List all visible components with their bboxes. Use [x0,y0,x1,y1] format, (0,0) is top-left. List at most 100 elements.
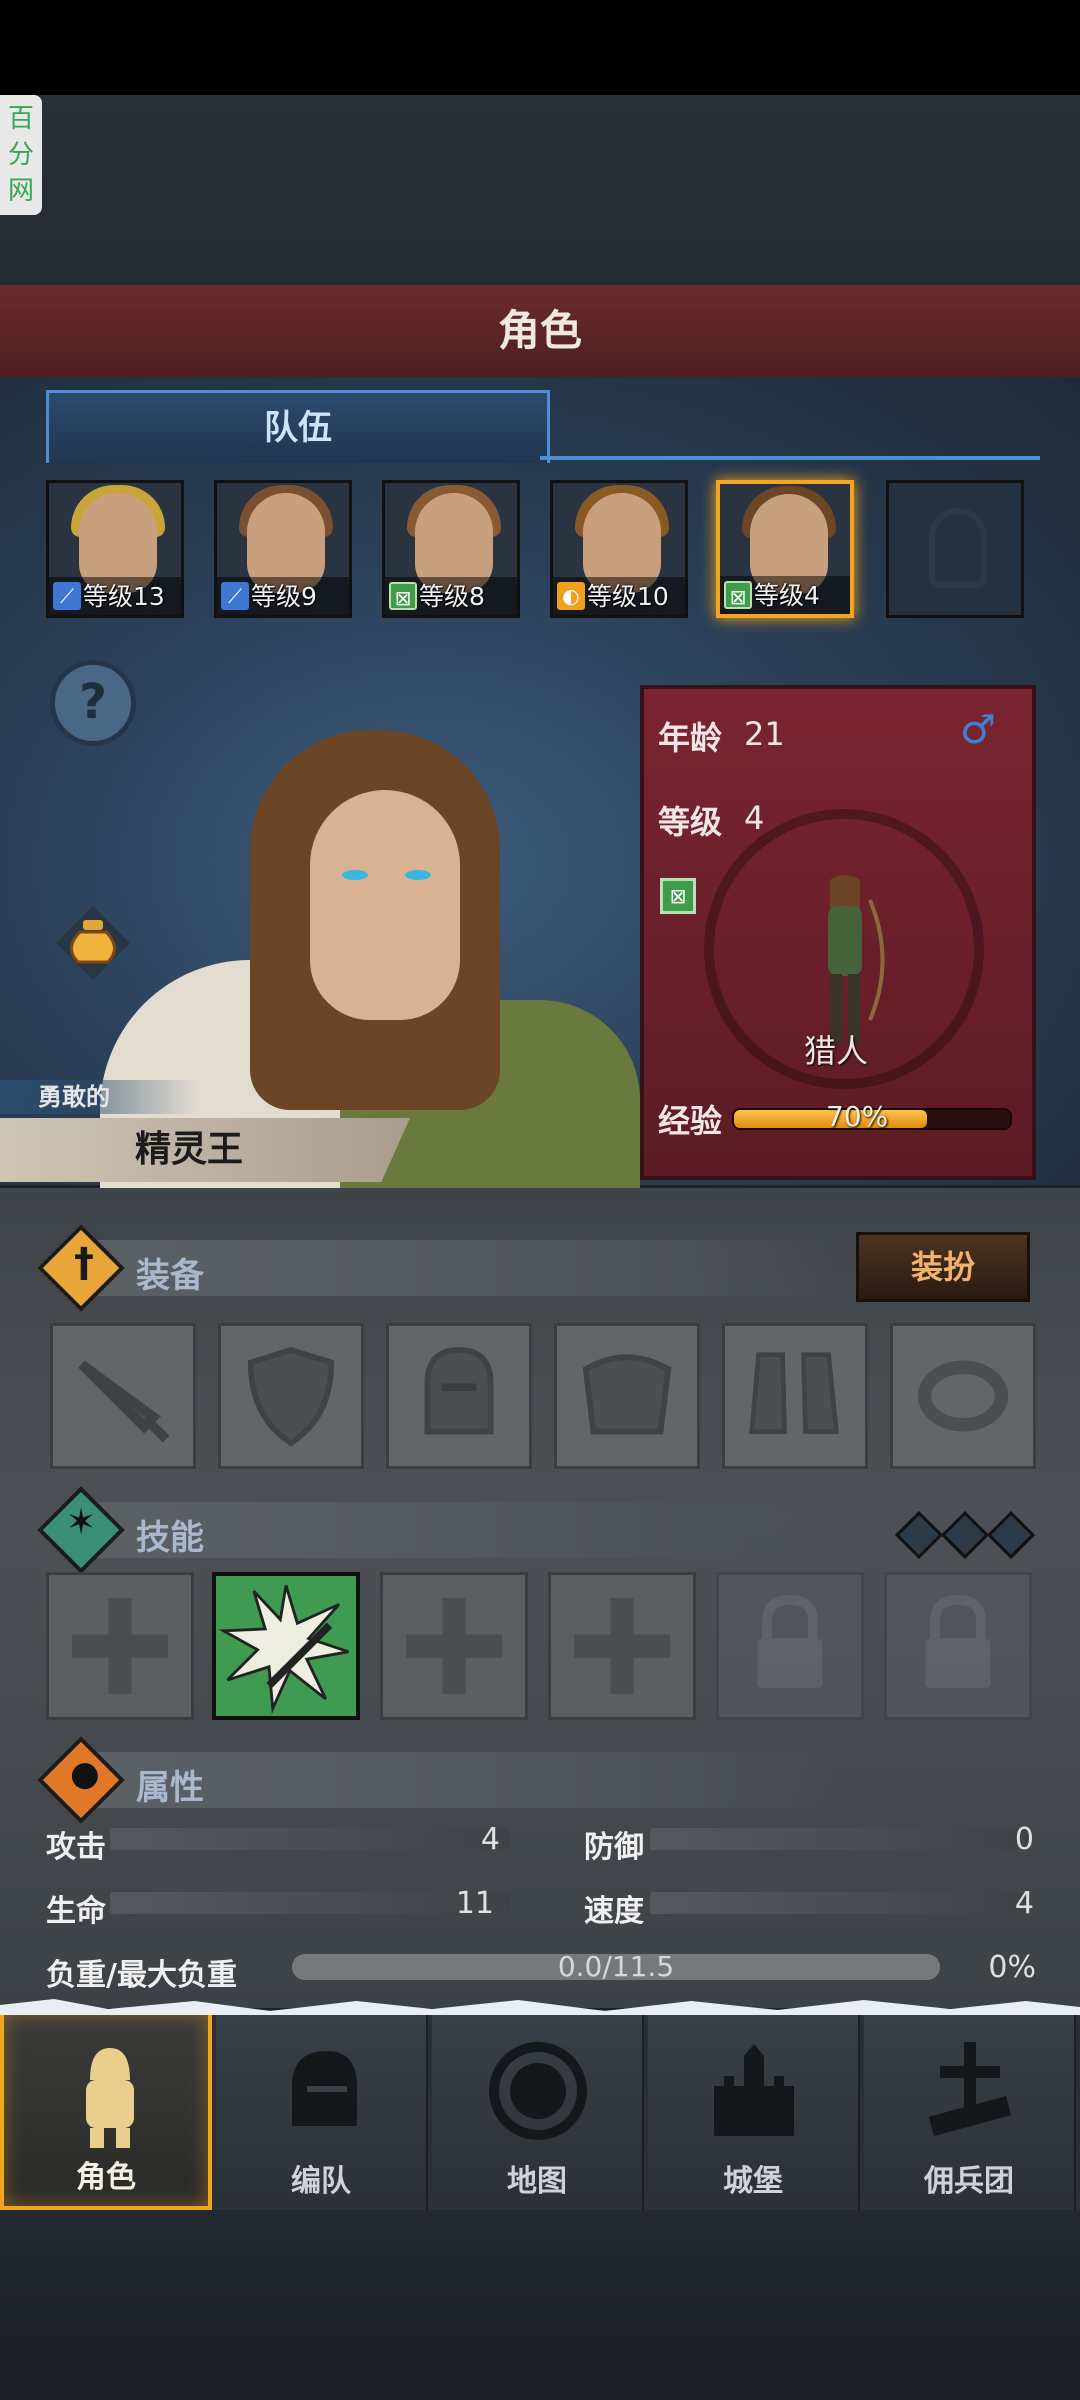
top-background [0,95,1080,285]
nav-mercenary[interactable]: 佣兵团 [864,2010,1076,2210]
level-label: 等级 [658,803,723,841]
plus-cross-icon [72,1598,168,1694]
dress-button[interactable]: 装扮 [856,1232,1030,1302]
portrait-eye [342,870,368,880]
slot-label-bg: ⟋ 等级9 [217,577,349,615]
portrait-face [310,790,460,1020]
speed-value: 4 [1014,1886,1034,1921]
tab-team-label: 队伍 [264,408,332,448]
skills-title: 技能 [136,1518,204,1558]
helmet-slot-icon [424,1347,494,1435]
attack-label: 攻击 [46,1830,106,1865]
nav-formation[interactable]: 编队 [216,2010,428,2210]
male-icon: ♂ [960,707,996,753]
class-name: 猎人 [804,1032,869,1070]
hp-value: 11 [455,1886,494,1921]
xp-label: 经验 [658,1102,723,1140]
bottom-nav: 角色 编队 地图 城堡 佣兵团 [0,2010,1080,2210]
bow-class-icon: ⊠ [660,878,696,914]
level-label: 等级4 [754,581,820,610]
load-label: 负重/最大负重 [46,1958,237,1993]
roster-slot-empty[interactable] [886,480,1024,618]
bow-icon: ⊠ [389,582,417,610]
bow-icon: ⊠ [724,581,752,609]
defense-label: 防御 [584,1830,644,1865]
empty-helmet-icon [929,508,987,588]
boots-slot-icon [749,1352,839,1434]
nav-map-label: 地图 [507,2164,567,2199]
age-label: 年龄 [658,719,723,757]
armor-slot-icon [582,1354,672,1435]
xp-percent: 70% [826,1100,889,1133]
defense-value: 0 [1014,1822,1034,1857]
skill-slot-1[interactable] [46,1572,194,1720]
shield-icon: ◐ [557,582,585,610]
roster-slot-3[interactable]: ⊠ 等级8 [382,480,520,618]
nav-character[interactable]: 角色 [0,2010,212,2210]
skill-slot-locked-2 [884,1572,1032,1720]
sword-slot-icon [78,1360,170,1443]
nav-castle-label: 城堡 [723,2164,783,2199]
compass-map-icon [489,2040,587,2140]
slot-label-bg: ⊠ 等级4 [720,576,850,614]
mercenary-sword-icon [928,2042,1012,2137]
helmet-group-icon [292,2051,357,2126]
level-label: 等级8 [419,582,485,611]
weapon-slot[interactable] [50,1323,196,1469]
page-title: 角色 [497,306,582,355]
skill-slot-4[interactable] [548,1572,696,1720]
attributes-title: 属性 [136,1768,204,1808]
nav-formation-label: 编队 [291,2164,351,2199]
sword-icon: ⟋ [53,582,81,610]
level-label: 等级10 [587,582,669,611]
skill-slot-2[interactable] [212,1572,360,1720]
bottom-background [0,2210,1080,2400]
roster-slot-4[interactable]: ◐ 等级10 [550,480,688,618]
defense-bar [650,1828,1030,1850]
equipment-title: 装备 [136,1256,204,1296]
boots-slot[interactable] [722,1323,868,1469]
cross-glyph-icon: † [74,1240,94,1286]
tab-underline [540,456,1040,460]
offhand-slot[interactable] [218,1323,364,1469]
castle-icon [714,2044,794,2136]
nav-map[interactable]: 地图 [432,2010,644,2210]
ring-slot[interactable] [890,1323,1036,1469]
lock-icon [757,1595,823,1689]
level-value: 4 [744,799,765,837]
star-glyph-icon: ✶ [66,1502,97,1543]
nav-mercenary-label: 佣兵团 [924,2164,1014,2199]
slot-label-bg: ⟋ 等级13 [49,577,181,615]
nav-character-label: 角色 [76,2160,136,2195]
roster-slot-5[interactable]: ⊠ 等级4 [716,480,854,618]
armor-slot[interactable] [554,1323,700,1469]
nav-castle[interactable]: 城堡 [648,2010,860,2210]
status-bar-area [0,0,1080,95]
skill-slot-locked-1 [716,1572,864,1720]
speed-label: 速度 [584,1894,644,1929]
roster-slot-2[interactable]: ⟋ 等级9 [214,480,352,618]
load-percent: 0% [988,1950,1036,1985]
load-bar: 0.0/11.5 [292,1953,940,1981]
helmet-slot[interactable] [386,1323,532,1469]
age-value: 21 [744,715,785,753]
hp-label: 生命 [46,1894,106,1929]
level-label: 等级13 [83,582,165,611]
tab-team[interactable]: 队伍 [46,390,550,463]
knight-icon [86,2048,134,2148]
title-bar: 角色 [0,285,1080,381]
level-label: 等级9 [251,582,317,611]
hero-trait: 勇敢的 [0,1080,200,1114]
skill-slot-3[interactable] [380,1572,528,1720]
hero-name: 精灵王 [135,1129,244,1170]
roster-slot-1[interactable]: ⟋ 等级13 [46,480,184,618]
hero-nameplate[interactable]: 精灵王 [0,1118,410,1182]
slot-label-bg: ⊠ 等级8 [385,577,517,615]
sword-icon: ⟋ [221,582,249,610]
ring-slot-icon [917,1360,1009,1432]
shield-slot-icon [247,1346,335,1447]
attack-value: 4 [480,1822,500,1857]
person-glyph-icon: ● [70,1754,100,1794]
slot-label-bg: ◐ 等级10 [553,577,685,615]
plus-cross-icon [574,1598,670,1694]
